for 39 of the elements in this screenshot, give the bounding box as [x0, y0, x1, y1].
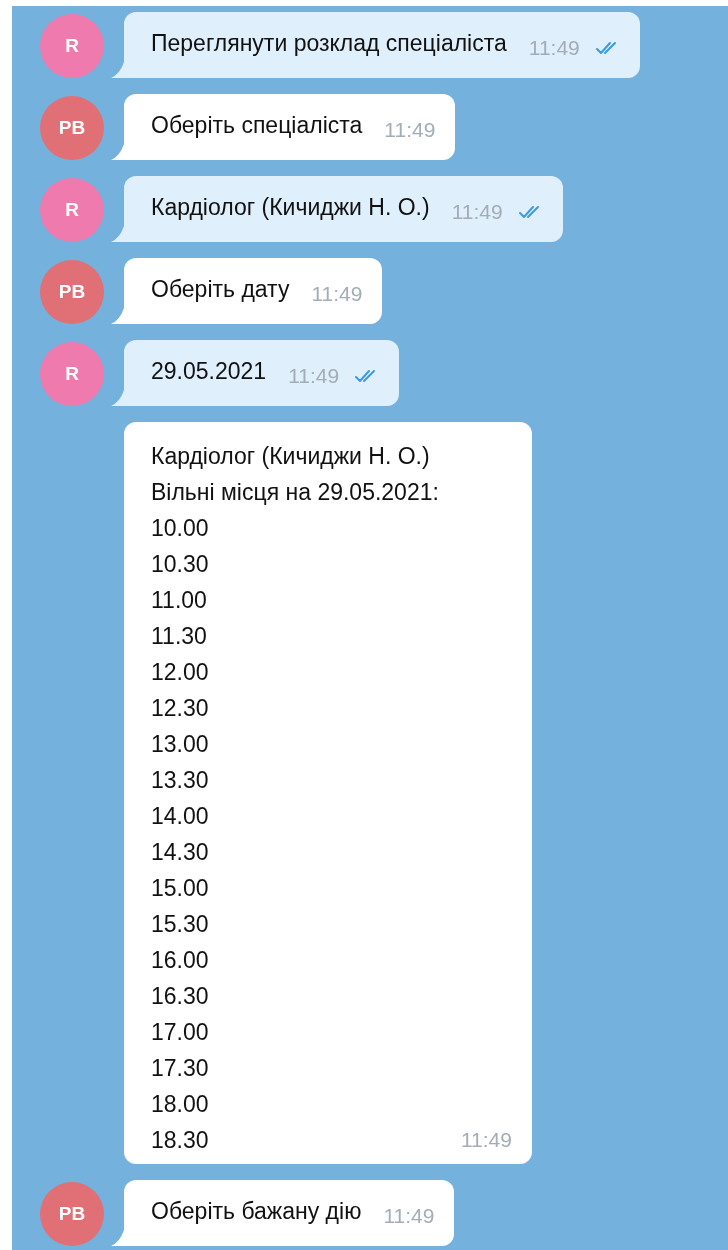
- avatar[interactable]: R: [40, 14, 104, 78]
- message-text: Оберіть бажану дію: [151, 1197, 362, 1226]
- message-text: 18.30: [151, 1126, 210, 1155]
- message-text: 12.30: [151, 694, 210, 723]
- message-text: 13.30: [151, 766, 210, 795]
- avatar[interactable]: R: [40, 342, 104, 406]
- message-text: Кардіолог (Кичиджи Н. О.): [151, 442, 431, 471]
- message-time: 11:49: [460, 1127, 512, 1153]
- message-text: 17.30: [151, 1054, 210, 1083]
- message-time: 11:49: [384, 117, 436, 143]
- message-time: 11:49: [383, 1203, 435, 1229]
- message-text: 17.00: [151, 1018, 210, 1047]
- message-text: 13.00: [151, 730, 210, 759]
- message-text: 10.00: [151, 514, 210, 543]
- message-text: 10.30: [151, 550, 210, 579]
- message-text: 14.30: [151, 838, 210, 867]
- avatar[interactable]: РВ: [40, 260, 104, 324]
- message-text: Вільні місця на 29.05.2021:: [151, 478, 439, 507]
- message-text: 15.00: [151, 874, 210, 903]
- avatar[interactable]: РВ: [40, 1182, 104, 1246]
- message-text: 16.30: [151, 982, 210, 1011]
- message-text: 11.30: [151, 622, 208, 651]
- message-text: 15.30: [151, 910, 210, 939]
- message-text: 11.00: [151, 586, 208, 615]
- avatar[interactable]: R: [40, 178, 104, 242]
- message-text: Оберіть спеціаліста: [151, 111, 363, 140]
- message-text: Оберіть дату: [151, 275, 290, 304]
- message-text: 18.00: [151, 1090, 210, 1119]
- message-time: 11:49: [311, 281, 363, 307]
- message-text: Переглянути розклад спеціаліста: [151, 29, 507, 58]
- message-time: 11:49: [451, 199, 503, 225]
- message-text: 14.00: [151, 802, 210, 831]
- message-time: 11:49: [288, 363, 340, 389]
- avatar[interactable]: РВ: [40, 96, 104, 160]
- message-text: 29.05.2021: [151, 357, 267, 386]
- message-text: Кардіолог (Кичиджи Н. О.): [151, 193, 430, 222]
- message-text: 12.00: [151, 658, 210, 687]
- message-time: 11:49: [528, 35, 580, 61]
- message-text: 16.00: [151, 946, 210, 975]
